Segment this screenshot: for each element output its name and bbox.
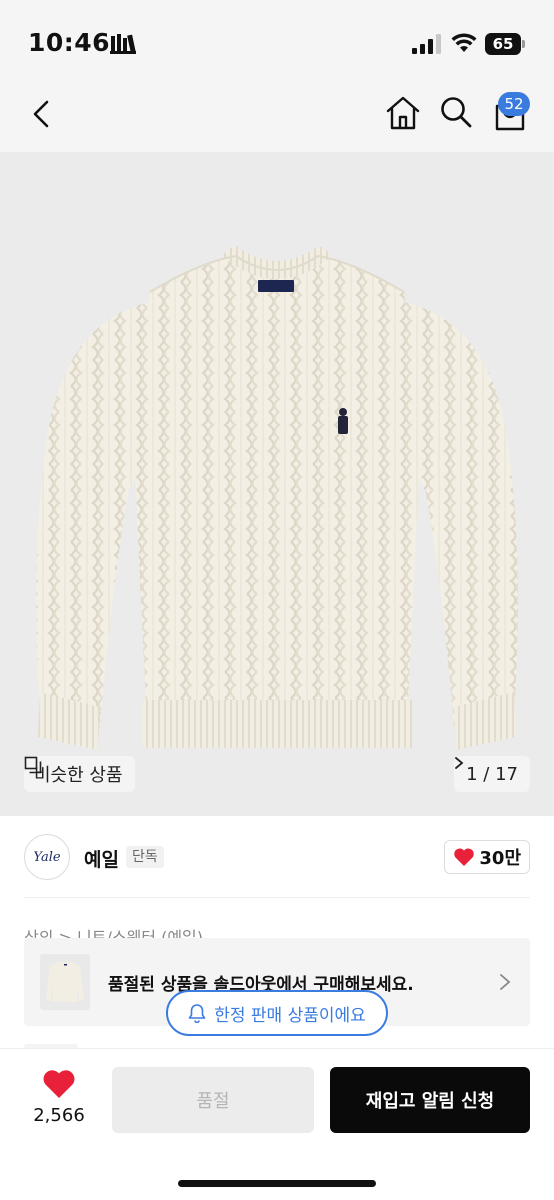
brand-name[interactable]: 예일: [84, 845, 119, 872]
wifi-icon: [451, 33, 477, 52]
wishlist-count: 2,566: [33, 1105, 85, 1126]
status-bar: 10:46 65: [0, 0, 554, 84]
restock-alert-button[interactable]: 재입고 알림 신청: [330, 1067, 530, 1133]
page-counter-text: 1 / 17: [466, 763, 518, 785]
heart-icon: [454, 848, 475, 866]
back-icon[interactable]: [24, 96, 60, 132]
battery-level: 65: [485, 33, 521, 55]
focus-icon: [110, 34, 136, 54]
status-time: 10:46: [28, 28, 111, 57]
bottom-action-bar: 2,566 품절 재입고 알림 신청: [0, 1048, 554, 1200]
brand-like-button[interactable]: 30만: [444, 840, 530, 874]
similar-icon: [24, 756, 42, 774]
limited-sale-text: 한정 판매 상품이에요: [214, 1005, 366, 1026]
chevron-right-icon: [500, 974, 511, 990]
search-icon[interactable]: [438, 94, 474, 130]
exclusive-tag: 단독: [126, 846, 164, 868]
bell-icon: [188, 1004, 206, 1023]
chevron-right-icon: [455, 757, 464, 769]
image-page-counter[interactable]: 1 / 17: [454, 756, 530, 792]
similar-products-button[interactable]: 비슷한 상품: [24, 756, 135, 792]
brand-logo[interactable]: Yale: [24, 834, 70, 880]
heart-icon[interactable]: [42, 1069, 76, 1099]
brand-like-count: 30만: [479, 848, 521, 869]
battery-tip: [522, 40, 525, 48]
sweater-illustration: [36, 246, 518, 750]
product-image[interactable]: 비슷한 상품 1 / 17: [0, 152, 554, 816]
soldout-thumbnail: [40, 954, 90, 1010]
soldout-button[interactable]: 품절: [112, 1067, 314, 1133]
similar-products-label: 비슷한 상품: [34, 765, 123, 786]
nav-bar: [0, 84, 554, 152]
home-indicator: [178, 1180, 376, 1187]
divider: [24, 897, 530, 898]
battery-indicator: 65: [485, 33, 527, 55]
home-icon[interactable]: [384, 94, 422, 132]
brand-row: Yale 예일 단독 30만: [0, 816, 554, 898]
limited-sale-pill[interactable]: 한정 판매 상품이에요: [166, 990, 388, 1036]
signal-icon: [412, 34, 441, 54]
cart-count-badge: 52: [498, 92, 530, 116]
